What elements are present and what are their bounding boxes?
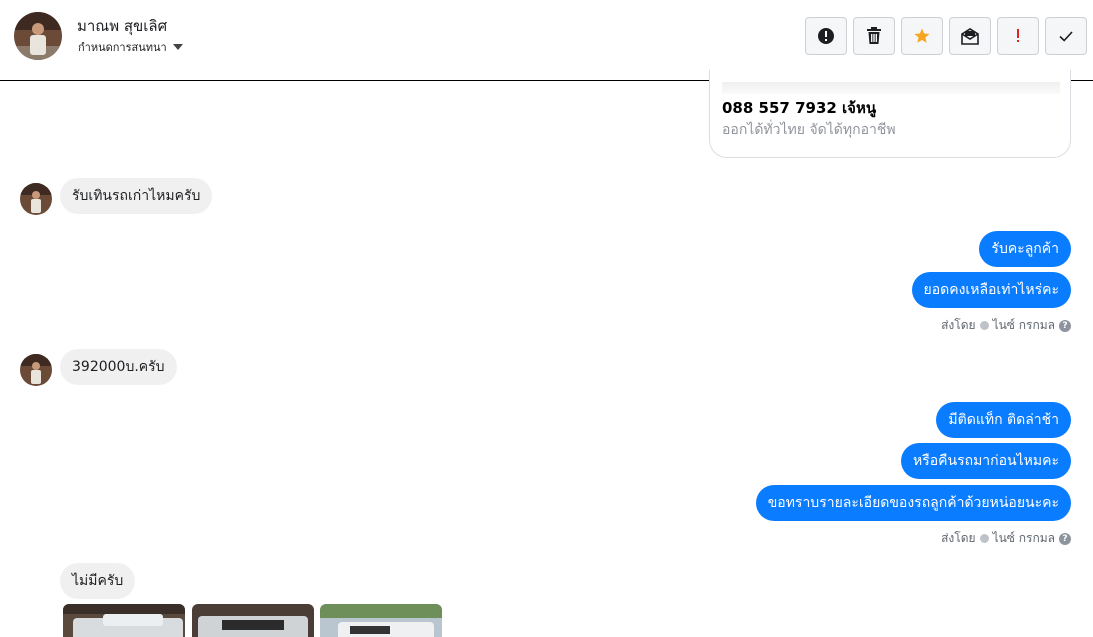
mark-spam-button[interactable]	[805, 17, 847, 55]
outgoing-message[interactable]: หรือคืนรถมาก่อนไหมคะ	[900, 443, 1071, 479]
exclamation-circle-icon	[818, 28, 834, 44]
incoming-message[interactable]: ไม่มีครับ	[60, 563, 136, 599]
flag-important-button[interactable]	[997, 17, 1039, 55]
incoming-message[interactable]: รับเทินรถเก่าไหมครับ	[60, 178, 213, 214]
sent-by-status: ส่งโดย ไนซ์ กรกมล ?	[941, 529, 1071, 548]
trash-icon	[867, 27, 881, 44]
star-icon	[914, 28, 930, 43]
card-image	[722, 82, 1060, 94]
sent-by-label: ส่งโดย	[941, 531, 976, 545]
attached-photo[interactable]	[63, 604, 185, 637]
exclamation-icon	[1017, 29, 1019, 42]
mark-done-button[interactable]	[1045, 17, 1087, 55]
sent-by-label: ส่งโดย	[941, 318, 976, 332]
help-icon[interactable]: ?	[1059, 532, 1071, 545]
contact-avatar[interactable]	[14, 12, 62, 60]
shared-link-card[interactable]: 088 557 7932 เจ้หนู ออกได้ทั่วไทย จัดได้…	[709, 70, 1071, 158]
help-icon[interactable]: ?	[1059, 319, 1071, 332]
star-button[interactable]	[901, 17, 943, 55]
sent-by-status: ส่งโดย ไนซ์ กรกมล ?	[941, 316, 1071, 335]
checkmark-icon	[1059, 31, 1073, 42]
sent-check-icon	[979, 534, 989, 543]
incoming-message[interactable]: 392000บ.ครับ	[60, 349, 177, 385]
outgoing-message[interactable]: ขอทราบรายละเอียดของรถลูกค้าด้วยหน่อยนะคะ	[755, 485, 1071, 521]
caret-down-icon	[172, 44, 183, 50]
mark-unread-button[interactable]	[949, 17, 991, 55]
mark-unread-icon	[961, 28, 979, 45]
schedule-label: กำหนดการสนทนา	[78, 41, 167, 54]
sent-check-icon	[979, 321, 989, 330]
contact-name: มาณพ สุขเลิศ	[77, 17, 168, 35]
sender-avatar[interactable]	[20, 183, 52, 215]
card-title: 088 557 7932 เจ้หนู	[722, 99, 877, 117]
outgoing-message[interactable]: รับคะลูกค้า	[979, 231, 1071, 267]
schedule-conversation-dropdown[interactable]: กำหนดการสนทนา	[78, 38, 183, 56]
sender-avatar[interactable]	[20, 354, 52, 386]
sender-name[interactable]: ไนซ์ กรกมล	[993, 316, 1055, 335]
card-description: ออกได้ทั่วไทย จัดได้ทุกอาชีพ	[722, 122, 896, 138]
outgoing-message[interactable]: มีติดแท็ก ติดล่าช้า	[936, 402, 1071, 438]
attached-photo[interactable]	[320, 604, 442, 637]
attached-photo[interactable]	[192, 604, 314, 637]
toolbar	[805, 17, 1087, 55]
outgoing-message[interactable]: ยอดคงเหลือเท่าไหร่คะ	[911, 272, 1071, 308]
sender-name[interactable]: ไนซ์ กรกมล	[993, 529, 1055, 548]
delete-button[interactable]	[853, 17, 895, 55]
conversation-header: มาณพ สุขเลิศ กำหนดการสนทนา	[0, 0, 1093, 81]
